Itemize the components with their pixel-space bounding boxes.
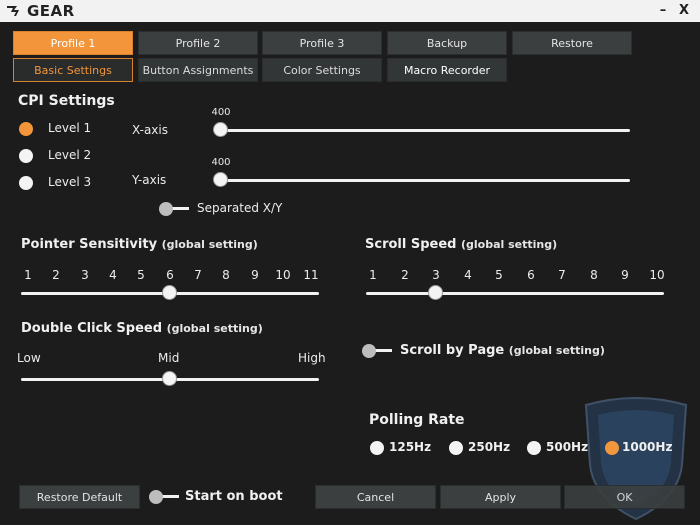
y-axis-slider-thumb[interactable] bbox=[213, 172, 228, 187]
scroll-tick-9: 9 bbox=[621, 268, 629, 282]
pointer-tick-3: 3 bbox=[81, 268, 89, 282]
separated-xy-toggle[interactable] bbox=[159, 202, 189, 216]
polling-125hz-label: 125Hz bbox=[389, 440, 432, 454]
polling-500hz-radio[interactable] bbox=[527, 441, 541, 455]
polling-1000hz-label: 1000Hz bbox=[622, 440, 673, 454]
scroll-tick-7: 7 bbox=[558, 268, 566, 282]
cancel-button[interactable]: Cancel bbox=[315, 485, 436, 509]
x-axis-label: X-axis bbox=[132, 123, 168, 137]
backup-button[interactable]: Backup bbox=[387, 31, 507, 55]
app-logo: GEAR bbox=[6, 2, 75, 20]
cpi-level-1-radio[interactable] bbox=[19, 122, 33, 136]
pointer-sensitivity-title: Pointer Sensitivity (global setting) bbox=[21, 237, 258, 252]
scroll-speed-title-text: Scroll Speed bbox=[365, 237, 457, 252]
scroll-tick-10: 10 bbox=[649, 268, 665, 282]
title-bar bbox=[0, 0, 700, 22]
cpi-level-3-label: Level 3 bbox=[48, 175, 92, 189]
polling-250hz-label: 250Hz bbox=[468, 440, 511, 454]
cpi-level-1-label: Level 1 bbox=[48, 121, 92, 135]
scroll-tick-6: 6 bbox=[527, 268, 535, 282]
restore-default-button[interactable]: Restore Default bbox=[19, 485, 140, 509]
x-axis-value: 400 bbox=[211, 107, 231, 118]
scroll-speed-ticks: 1 2 3 4 5 6 7 8 9 10 bbox=[363, 268, 669, 284]
apply-button[interactable]: Apply bbox=[440, 485, 561, 509]
double-click-speed-title-text: Double Click Speed bbox=[21, 321, 163, 336]
x-axis-slider-track[interactable] bbox=[214, 129, 630, 132]
pointer-tick-11: 11 bbox=[303, 268, 319, 282]
scroll-speed-slider-track[interactable] bbox=[366, 292, 664, 295]
tab-button-assignments[interactable]: Button Assignments bbox=[138, 58, 258, 82]
cpi-level-2-radio[interactable] bbox=[19, 149, 33, 163]
scroll-by-page-note: (global setting) bbox=[508, 344, 605, 357]
tab-profile-1[interactable]: Profile 1 bbox=[13, 31, 133, 55]
y-axis-label: Y-axis bbox=[132, 173, 167, 187]
double-click-high-label: High bbox=[298, 351, 326, 365]
scroll-tick-2: 2 bbox=[401, 268, 409, 282]
scroll-by-page-label: Scroll by Page bbox=[400, 343, 505, 358]
restore-button[interactable]: Restore bbox=[512, 31, 632, 55]
pointer-tick-10: 10 bbox=[275, 268, 291, 282]
y-axis-slider-track[interactable] bbox=[214, 179, 630, 182]
pointer-sensitivity-title-text: Pointer Sensitivity bbox=[21, 237, 158, 252]
tab-profile-3[interactable]: Profile 3 bbox=[262, 31, 382, 55]
pointer-sensitivity-slider-thumb[interactable] bbox=[162, 285, 177, 300]
y-axis-value: 400 bbox=[211, 157, 231, 168]
pointer-tick-6: 6 bbox=[166, 268, 174, 282]
tab-profile-2[interactable]: Profile 2 bbox=[138, 31, 258, 55]
pointer-tick-7: 7 bbox=[194, 268, 202, 282]
double-click-slider-thumb[interactable] bbox=[162, 371, 177, 386]
scroll-tick-1: 1 bbox=[369, 268, 377, 282]
scroll-speed-slider-thumb[interactable] bbox=[428, 285, 443, 300]
scroll-tick-8: 8 bbox=[590, 268, 598, 282]
scroll-by-page-toggle[interactable] bbox=[362, 344, 392, 358]
toggle-knob bbox=[149, 490, 163, 504]
double-click-mid-label: Mid bbox=[158, 351, 180, 365]
polling-rate-title: Polling Rate bbox=[369, 412, 465, 428]
pointer-tick-9: 9 bbox=[251, 268, 259, 282]
cpi-level-3-radio[interactable] bbox=[19, 176, 33, 190]
pointer-tick-8: 8 bbox=[222, 268, 230, 282]
ok-button[interactable]: OK bbox=[564, 485, 685, 509]
pointer-tick-2: 2 bbox=[52, 268, 60, 282]
pointer-sensitivity-ticks: 1 2 3 4 5 6 7 8 9 10 11 bbox=[18, 268, 322, 284]
polling-125hz-radio[interactable] bbox=[370, 441, 384, 455]
x-axis-slider-thumb[interactable] bbox=[213, 122, 228, 137]
close-button[interactable]: X bbox=[676, 2, 692, 20]
double-click-speed-title: Double Click Speed (global setting) bbox=[21, 321, 263, 336]
polling-500hz-label: 500Hz bbox=[546, 440, 589, 454]
gear-brand-icon bbox=[7, 6, 19, 16]
double-click-low-label: Low bbox=[17, 351, 41, 365]
pointer-sensitivity-note: (global setting) bbox=[161, 238, 258, 251]
scroll-by-page-title: Scroll by Page (global setting) bbox=[400, 343, 605, 358]
start-on-boot-label: Start on boot bbox=[185, 489, 283, 504]
toggle-knob bbox=[362, 344, 376, 358]
tab-macro-recorder[interactable]: Macro Recorder bbox=[387, 58, 507, 82]
pointer-tick-5: 5 bbox=[137, 268, 145, 282]
pointer-tick-4: 4 bbox=[109, 268, 117, 282]
tab-basic-settings[interactable]: Basic Settings bbox=[13, 58, 133, 82]
tab-color-settings[interactable]: Color Settings bbox=[262, 58, 382, 82]
double-click-speed-note: (global setting) bbox=[166, 322, 263, 335]
toggle-knob bbox=[159, 202, 173, 216]
scroll-tick-5: 5 bbox=[495, 268, 503, 282]
polling-250hz-radio[interactable] bbox=[449, 441, 463, 455]
scroll-speed-note: (global setting) bbox=[461, 238, 558, 251]
cpi-settings-title: CPI Settings bbox=[18, 93, 115, 109]
separated-xy-label: Separated X/Y bbox=[197, 201, 283, 215]
scroll-speed-title: Scroll Speed (global setting) bbox=[365, 237, 557, 252]
polling-1000hz-radio[interactable] bbox=[605, 441, 619, 455]
app-logo-text: GEAR bbox=[27, 2, 75, 20]
scroll-tick-4: 4 bbox=[464, 268, 472, 282]
minimize-button[interactable]: – bbox=[655, 2, 671, 20]
scroll-tick-3: 3 bbox=[432, 268, 440, 282]
pointer-tick-1: 1 bbox=[24, 268, 32, 282]
start-on-boot-toggle[interactable] bbox=[149, 490, 179, 504]
cpi-level-2-label: Level 2 bbox=[48, 148, 92, 162]
